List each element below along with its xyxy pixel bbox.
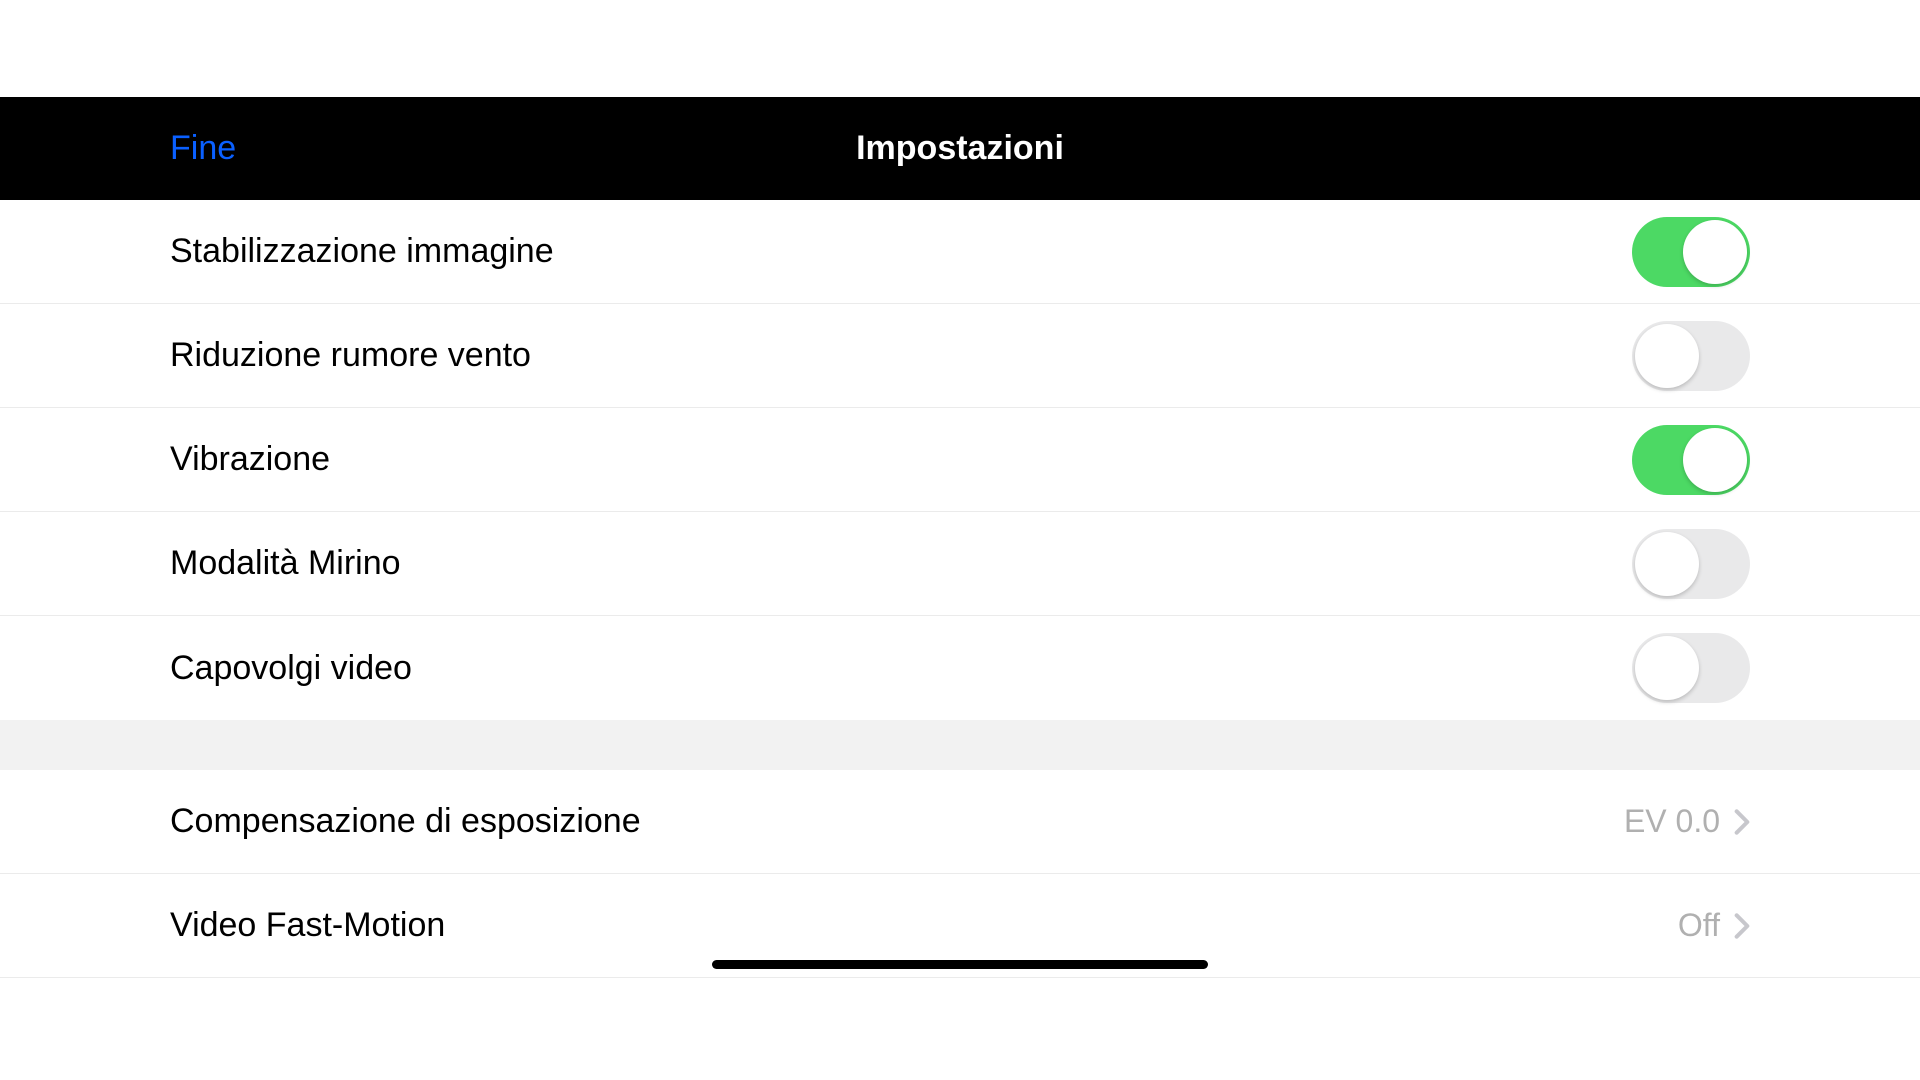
chevron-right-icon: [1734, 808, 1750, 836]
setting-exposure-compensation[interactable]: Compensazione di esposizione EV 0.0: [0, 770, 1920, 874]
setting-label: Stabilizzazione immagine: [170, 232, 554, 271]
toggle-settings-group: Stabilizzazione immagine Riduzione rumor…: [0, 200, 1920, 720]
setting-vibration: Vibrazione: [0, 408, 1920, 512]
setting-label: Capovolgi video: [170, 649, 412, 688]
setting-viewfinder-mode: Modalità Mirino: [0, 512, 1920, 616]
setting-label: Video Fast-Motion: [170, 906, 445, 945]
toggle-vibration[interactable]: [1632, 425, 1750, 495]
toggle-knob: [1635, 324, 1699, 388]
setting-value: Off: [1678, 907, 1720, 944]
home-indicator[interactable]: [712, 960, 1208, 969]
setting-value: EV 0.0: [1624, 803, 1720, 840]
setting-label: Riduzione rumore vento: [170, 336, 531, 375]
page-title: Impostazioni: [856, 129, 1064, 168]
toggle-knob: [1683, 428, 1747, 492]
section-divider: [0, 720, 1920, 770]
toggle-knob: [1635, 636, 1699, 700]
settings-content: Stabilizzazione immagine Riduzione rumor…: [0, 200, 1920, 978]
done-button[interactable]: Fine: [170, 129, 236, 168]
value-settings-group: Compensazione di esposizione EV 0.0 Vide…: [0, 770, 1920, 978]
setting-image-stabilization: Stabilizzazione immagine: [0, 200, 1920, 304]
setting-flip-video: Capovolgi video: [0, 616, 1920, 720]
toggle-image-stabilization[interactable]: [1632, 217, 1750, 287]
setting-value-container: EV 0.0: [1624, 803, 1750, 840]
setting-label: Compensazione di esposizione: [170, 802, 641, 841]
toggle-knob: [1683, 220, 1747, 284]
toggle-wind-noise-reduction[interactable]: [1632, 321, 1750, 391]
toggle-knob: [1635, 532, 1699, 596]
chevron-right-icon: [1734, 912, 1750, 940]
toggle-flip-video[interactable]: [1632, 633, 1750, 703]
setting-label: Modalità Mirino: [170, 544, 401, 583]
setting-label: Vibrazione: [170, 440, 330, 479]
top-whitespace: [0, 0, 1920, 97]
setting-wind-noise-reduction: Riduzione rumore vento: [0, 304, 1920, 408]
settings-screen: Fine Impostazioni Stabilizzazione immagi…: [0, 0, 1920, 1080]
setting-value-container: Off: [1678, 907, 1750, 944]
header-bar: Fine Impostazioni: [0, 97, 1920, 200]
toggle-viewfinder-mode[interactable]: [1632, 529, 1750, 599]
